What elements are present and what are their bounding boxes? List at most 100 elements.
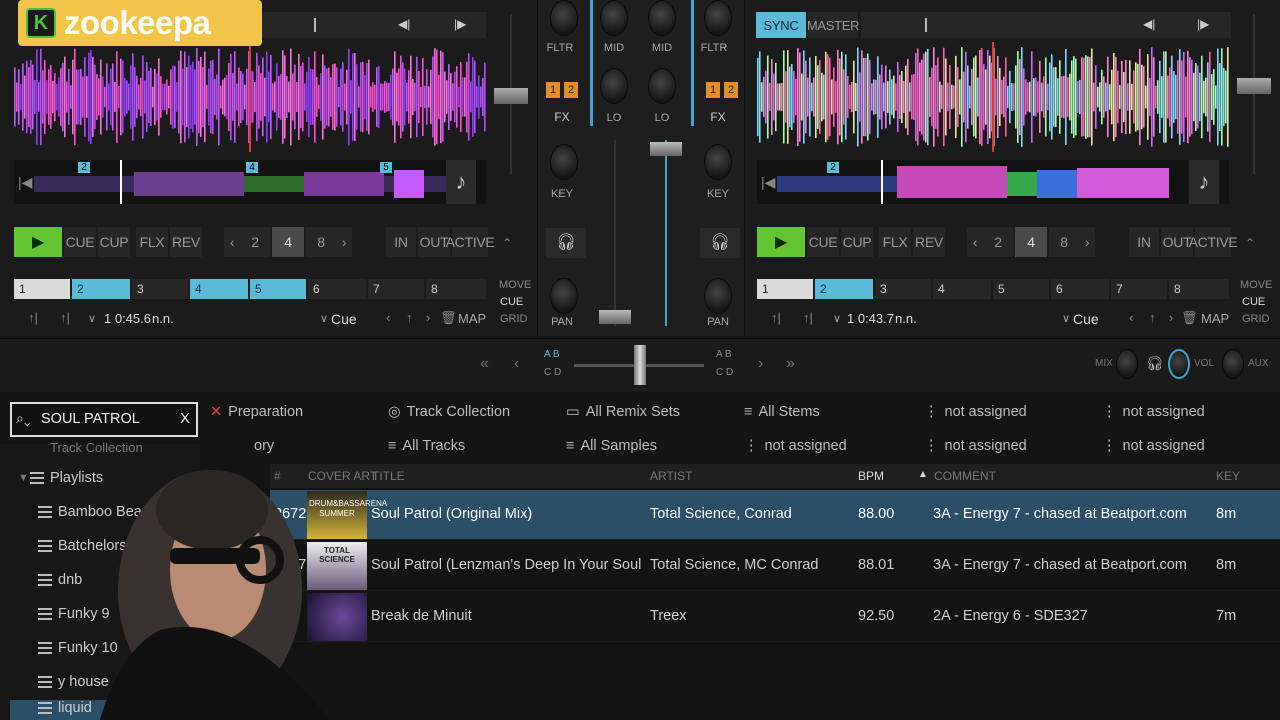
deck-b-cue-prev-icon[interactable]: ‹ bbox=[1129, 310, 1133, 325]
crossfader-right-cd[interactable]: C D bbox=[716, 367, 733, 378]
favorite-slot-11[interactable]: ⋮ not assigned bbox=[924, 436, 1027, 456]
deck-a-loop-prev-button[interactable]: ‹ bbox=[224, 227, 240, 257]
deck-a-loop-active-button[interactable]: ACTIVE bbox=[446, 227, 495, 257]
mixer-b-fx-2-button[interactable]: 2 bbox=[724, 82, 738, 98]
next-fast-icon[interactable]: » bbox=[786, 355, 795, 373]
mixer-a-fx-2-button[interactable]: 2 bbox=[564, 82, 578, 98]
deck-a-hotcue-6[interactable]: 6 bbox=[308, 279, 366, 299]
table-row[interactable]: 2637 TOTAL SCIENCE Soul Patrol (Lenzman'… bbox=[270, 541, 1280, 591]
master-aux-knob[interactable] bbox=[1222, 349, 1244, 379]
deck-b-hotcue-1[interactable]: 1 bbox=[757, 279, 813, 299]
deck-a-play-button[interactable]: ▶ bbox=[14, 227, 62, 257]
deck-a-loop-next-button[interactable]: › bbox=[336, 227, 352, 257]
sidebar-item-house[interactable]: y house bbox=[38, 674, 109, 690]
deck-b-cue-next-icon[interactable]: › bbox=[1169, 310, 1173, 325]
deck-a-cue-marker-4[interactable]: 4 bbox=[246, 162, 258, 173]
deck-b-waveform[interactable] bbox=[757, 42, 1229, 152]
column-comment[interactable]: COMMENT bbox=[934, 469, 996, 483]
deck-a-hotcue-3[interactable]: 3 bbox=[132, 279, 188, 299]
deck-b-sync-button[interactable]: SYNC bbox=[756, 12, 806, 38]
favorite-slot-12[interactable]: ⋮ not assigned bbox=[1102, 436, 1205, 456]
column-artist[interactable]: ARTIST bbox=[650, 469, 692, 483]
mixer-b-lo-knob[interactable] bbox=[648, 68, 676, 104]
deck-a-cue-next-icon[interactable]: › bbox=[426, 310, 430, 325]
prev-icon[interactable]: ‹ bbox=[514, 355, 519, 373]
mixer-b-fx-1-button[interactable]: 1 bbox=[706, 82, 720, 98]
mixer-b-fltr-knob[interactable] bbox=[704, 0, 732, 36]
master-cue-vol-knob[interactable] bbox=[1168, 349, 1190, 379]
deck-b-cue-button[interactable]: CUE bbox=[807, 227, 839, 257]
mixer-b-mid-knob[interactable] bbox=[648, 0, 676, 36]
deck-b-hotcue-5[interactable]: 5 bbox=[993, 279, 1049, 299]
deck-a-hotcue-4[interactable]: 4 bbox=[190, 279, 248, 299]
favorite-slot-5[interactable]: ⋮ not assigned bbox=[924, 402, 1027, 422]
sidebar-item-dnb[interactable]: dnb bbox=[38, 572, 82, 588]
deck-b-hotcue-7[interactable]: 7 bbox=[1111, 279, 1167, 299]
playlists-expand-icon[interactable]: ▼ bbox=[18, 472, 29, 484]
deck-a-tempo-fader[interactable] bbox=[494, 14, 528, 174]
deck-b-tempo-handle[interactable] bbox=[1237, 78, 1271, 94]
deck-b-cue-label[interactable]: CUE bbox=[1242, 296, 1265, 308]
deck-b-cup-button[interactable]: CUP bbox=[841, 227, 873, 257]
mixer-b-headphone-icon[interactable]: 🎧︎ bbox=[700, 228, 740, 258]
deck-a-chevron-down-icon[interactable]: ∨ bbox=[88, 312, 96, 325]
deck-b-delete-icon[interactable]: 🗑 bbox=[1181, 310, 1198, 326]
deck-a-tempo-handle[interactable] bbox=[494, 88, 528, 104]
prev-fast-icon[interactable]: « bbox=[480, 355, 489, 373]
favorite-slot-6[interactable]: ⋮ not assigned bbox=[1102, 402, 1205, 422]
deck-a-cue-store-icon[interactable]: ↑ bbox=[406, 310, 413, 325]
deck-b-loop-active-button[interactable]: ACTIVE bbox=[1189, 227, 1238, 257]
deck-b-next-icon[interactable]: |▶ bbox=[1197, 17, 1209, 31]
deck-b-hotcue-4[interactable]: 4 bbox=[933, 279, 991, 299]
deck-b-map-button[interactable]: MAP bbox=[1201, 311, 1229, 326]
deck-b-loop-next-button[interactable]: › bbox=[1079, 227, 1095, 257]
next-icon[interactable]: › bbox=[758, 355, 763, 373]
favorite-preparation[interactable]: ✕ Preparation bbox=[210, 402, 303, 422]
deck-a-hotcue-1[interactable]: 1 bbox=[14, 279, 70, 299]
mixer-a-volume-fader[interactable] bbox=[599, 310, 631, 324]
deck-a-cue-label[interactable]: CUE bbox=[500, 296, 523, 308]
deck-b-hotcue-2[interactable]: 2 bbox=[815, 279, 873, 299]
deck-b-master-button[interactable]: MASTER bbox=[807, 12, 859, 38]
crossfader-handle[interactable] bbox=[634, 345, 646, 385]
favorite-track-collection[interactable]: ◎ Track Collection bbox=[388, 402, 510, 422]
deck-b-hotcue-8[interactable]: 8 bbox=[1169, 279, 1229, 299]
deck-b-tempo-fader[interactable] bbox=[1237, 14, 1271, 174]
sidebar-playlists[interactable]: Playlists bbox=[30, 470, 103, 486]
deck-b-flux-button[interactable]: FLX bbox=[879, 227, 911, 257]
deck-b-loop-size-8[interactable]: 8 bbox=[1049, 227, 1079, 257]
crossfader-right-ab[interactable]: A B bbox=[716, 349, 732, 360]
deck-b-loop-in-button[interactable]: IN bbox=[1129, 227, 1159, 257]
deck-a-map-button[interactable]: MAP bbox=[458, 311, 486, 326]
deck-b-cue-type-chevron-icon[interactable]: ∨ bbox=[1062, 312, 1070, 325]
deck-a-hotcue-8[interactable]: 8 bbox=[426, 279, 486, 299]
crossfader-left-ab[interactable]: A B bbox=[544, 349, 560, 360]
deck-a-hotcue-5[interactable]: 5 bbox=[250, 279, 306, 299]
column-key[interactable]: KEY bbox=[1216, 469, 1240, 483]
deck-a-prev-icon[interactable]: ◀| bbox=[398, 17, 410, 31]
deck-b-loop-size-4[interactable]: 4 bbox=[1015, 227, 1047, 257]
deck-b-note-icon[interactable]: ♪ bbox=[1189, 160, 1219, 204]
mixer-a-fltr-knob[interactable] bbox=[550, 0, 578, 36]
deck-a-reverse-button[interactable]: REV bbox=[170, 227, 202, 257]
sidebar-item-funky-9[interactable]: Funky 9 bbox=[38, 606, 110, 622]
favorite-slot-10[interactable]: ⋮ not assigned bbox=[744, 436, 847, 456]
deck-b-chevron-down-icon[interactable]: ∨ bbox=[833, 312, 841, 325]
deck-b-hotcue-6[interactable]: 6 bbox=[1051, 279, 1109, 299]
deck-a-loop-size-8[interactable]: 8 bbox=[306, 227, 336, 257]
deck-b-grid-tap-icon[interactable]: ↑| bbox=[803, 310, 813, 325]
master-mix-knob[interactable] bbox=[1116, 349, 1138, 379]
deck-a-waveform[interactable] bbox=[14, 42, 486, 152]
deck-a-cue-type-chevron-icon[interactable]: ∨ bbox=[320, 312, 328, 325]
mixer-b-pan-knob[interactable] bbox=[704, 278, 732, 314]
deck-a-cue-marker-5[interactable]: 5 bbox=[380, 162, 392, 173]
deck-b-cue-marker-2[interactable]: 2 bbox=[827, 162, 839, 173]
deck-b-cue-type-select[interactable]: Cue bbox=[1073, 311, 1099, 327]
deck-b-prev-icon[interactable]: ◀| bbox=[1143, 17, 1155, 31]
deck-a-jump-start-icon[interactable]: |◀ bbox=[18, 174, 32, 191]
master-headphone-icon[interactable]: 🎧︎ bbox=[1146, 355, 1164, 372]
deck-b-hotcue-3[interactable]: 3 bbox=[875, 279, 931, 299]
deck-b-grid-set-icon[interactable]: ↑| bbox=[771, 310, 781, 325]
deck-a-loop-in-button[interactable]: IN bbox=[386, 227, 416, 257]
column-bpm[interactable]: BPM bbox=[858, 469, 884, 483]
